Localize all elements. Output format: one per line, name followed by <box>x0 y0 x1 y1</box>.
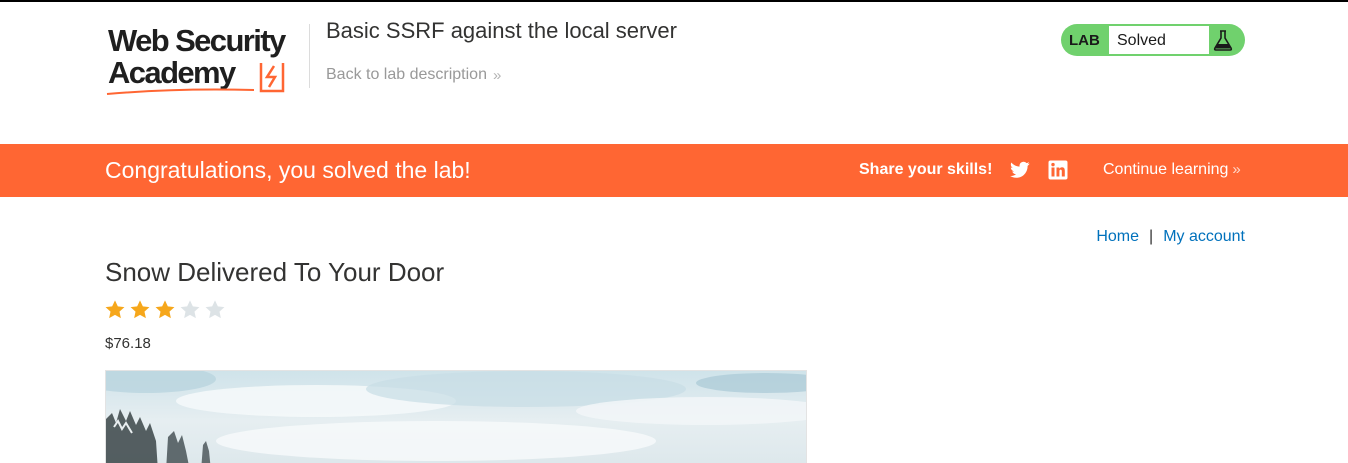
linkedin-icon[interactable] <box>1048 160 1068 180</box>
lab-status-panel: Solved <box>1109 26 1209 54</box>
product-price: $76.18 <box>105 335 151 352</box>
star-filled-icon <box>105 300 125 319</box>
back-link-label: Back to lab description <box>326 66 487 83</box>
nav-separator: | <box>1149 228 1154 245</box>
logo-text-line1: Web Security <box>108 23 286 58</box>
nav-my-account-link[interactable]: My account <box>1163 228 1245 245</box>
academy-bolt-icon <box>259 63 285 93</box>
lab-status-widget: LAB Solved <box>1061 24 1245 56</box>
twitter-icon[interactable] <box>1010 161 1030 179</box>
lab-status-value: Solved <box>1117 32 1166 49</box>
continue-learning-link[interactable]: Continue learning» <box>1103 161 1241 179</box>
logo-swoosh <box>106 88 255 95</box>
share-skills-label: Share your skills! <box>859 161 993 178</box>
star-filled-icon <box>130 300 150 319</box>
back-to-lab-description-link[interactable]: Back to lab description » <box>326 66 502 84</box>
solved-banner: Congratulations, you solved the lab! Sha… <box>0 144 1348 197</box>
product-image <box>105 370 807 463</box>
flask-icon <box>1213 30 1233 51</box>
solved-message: Congratulations, you solved the lab! <box>105 157 471 183</box>
double-chevron-right-icon: » <box>1232 161 1241 178</box>
web-security-academy-logo[interactable]: Web Security Academy <box>106 24 306 98</box>
star-filled-icon <box>155 300 175 319</box>
star-empty-icon <box>205 300 225 319</box>
page-header: Web Security Academy Basic SSRF against … <box>0 2 1348 144</box>
lab-status-tag: LAB <box>1069 32 1100 49</box>
product-title: Snow Delivered To Your Door <box>105 257 445 287</box>
lab-title: Basic SSRF against the local server <box>326 18 677 43</box>
double-chevron-right-icon: » <box>492 66 502 84</box>
snow-scene-image <box>106 371 806 463</box>
nav-home-link[interactable]: Home <box>1096 228 1139 245</box>
star-empty-icon <box>180 300 200 319</box>
continue-learning-label: Continue learning <box>1103 161 1229 178</box>
product-rating <box>104 299 226 321</box>
header-divider <box>309 24 310 88</box>
top-nav: Home | My account <box>1096 228 1245 246</box>
